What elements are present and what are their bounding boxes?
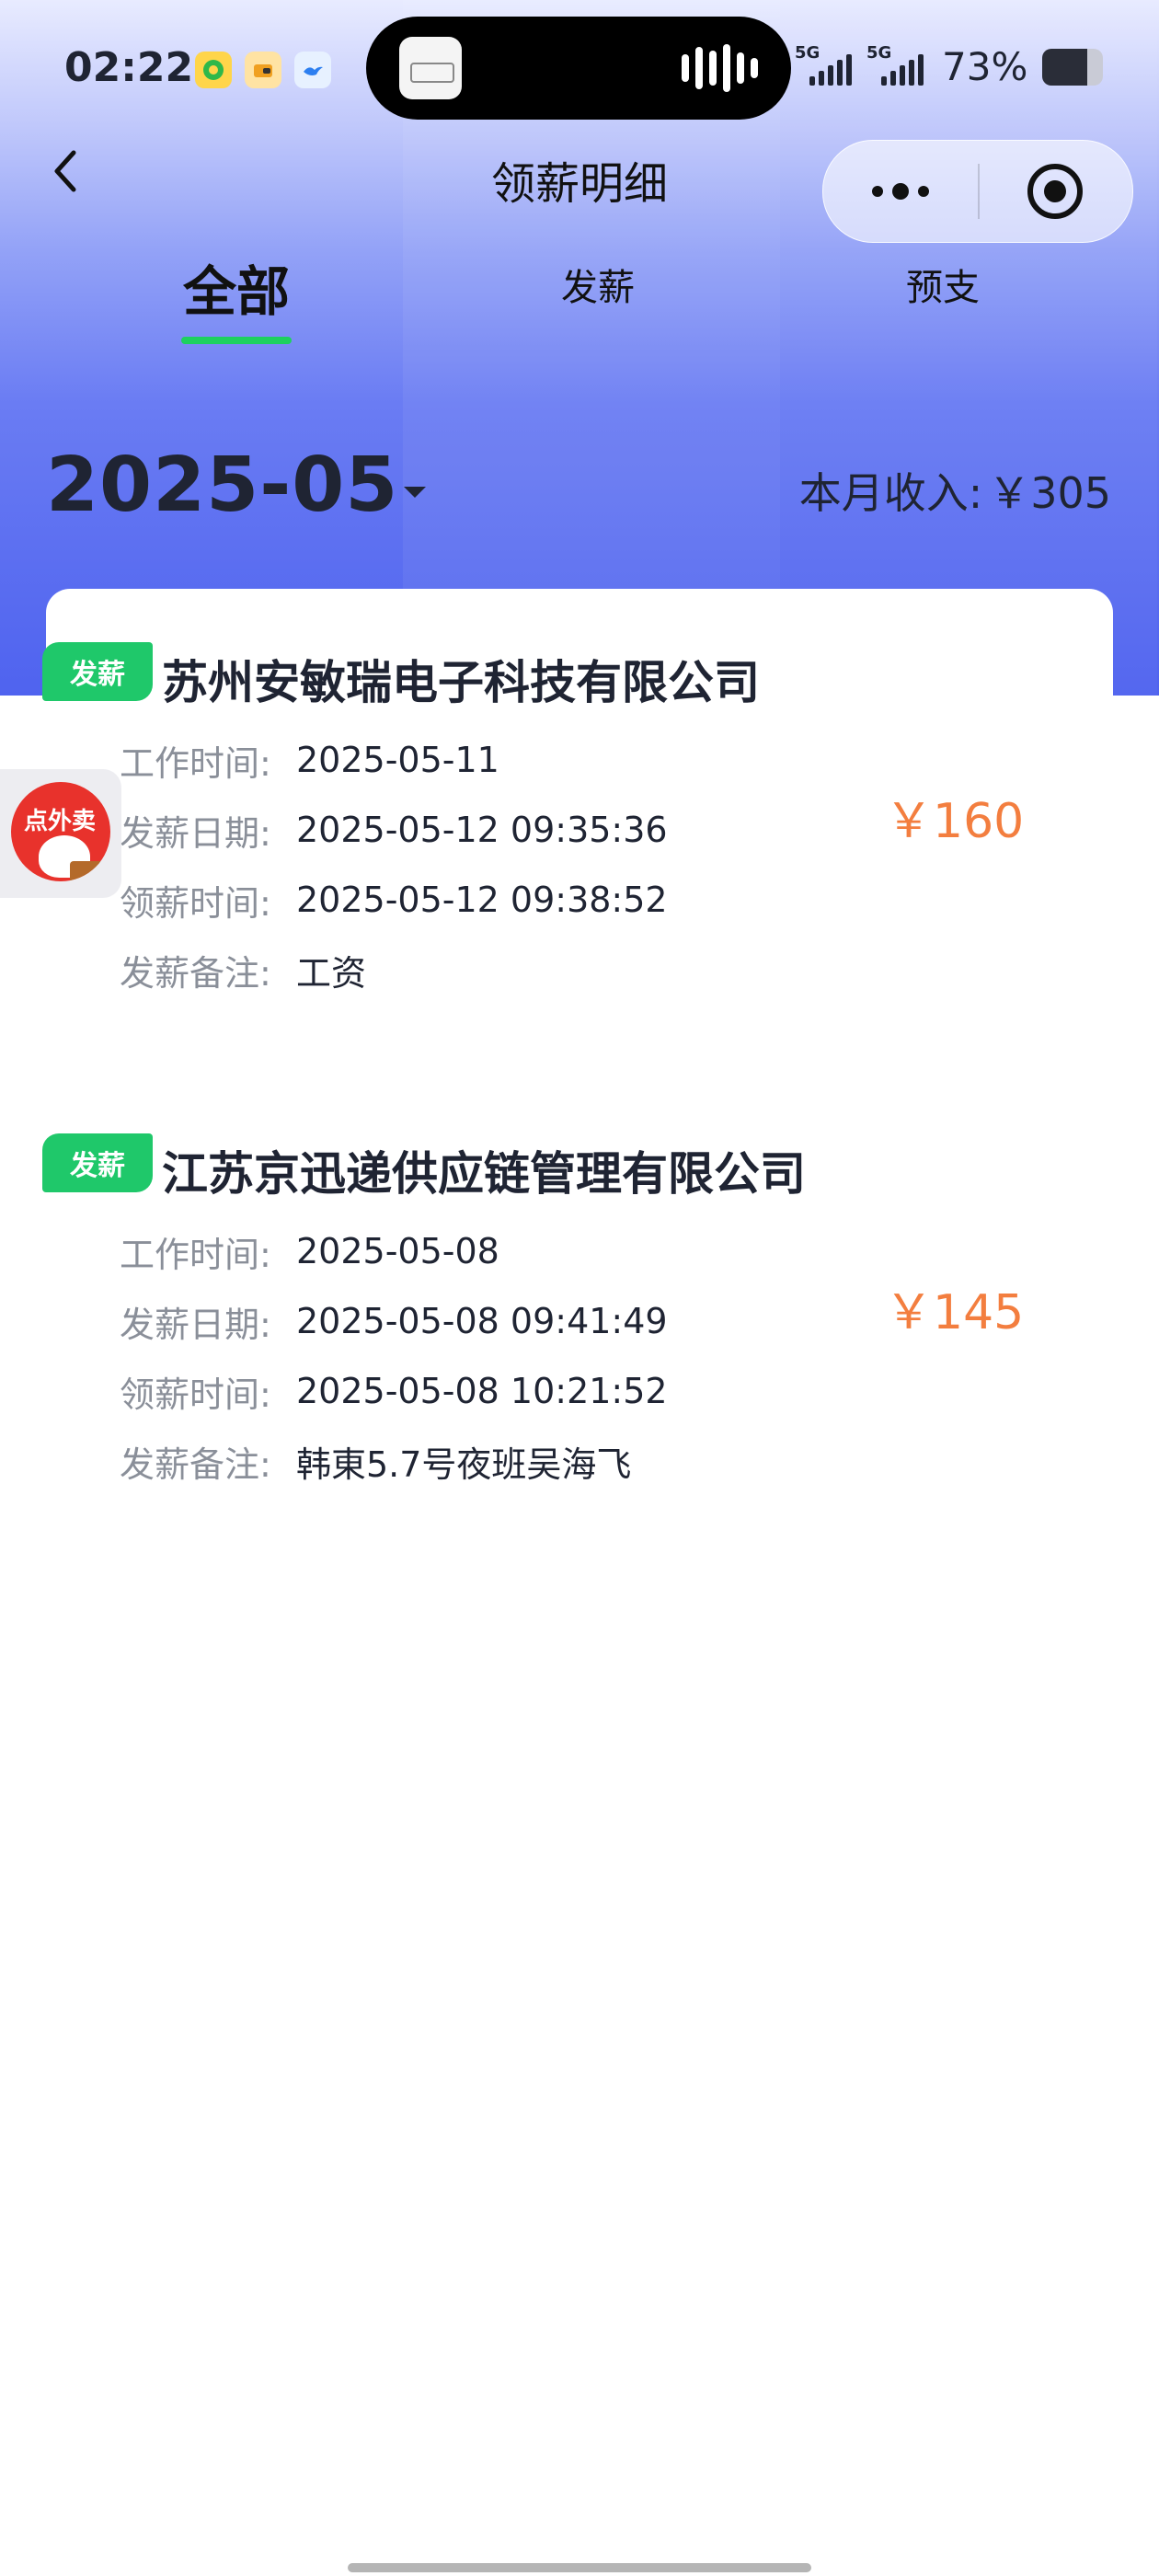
target-close-icon <box>1027 164 1083 219</box>
record-row: 发薪日期: 2025-05-08 09:41:49 <box>120 1286 668 1356</box>
float-ad-label: 点外卖 <box>24 808 97 835</box>
record-row-value: 2025-05-12 09:38:52 <box>296 880 668 920</box>
more-dots-icon <box>872 186 883 197</box>
record-row: 工作时间: 2025-05-11 <box>120 725 668 795</box>
caret-down-icon <box>404 486 427 498</box>
record-row: 领薪时间: 2025-05-08 10:21:52 <box>120 1356 668 1426</box>
earbuds-app-icon <box>399 37 462 99</box>
tab-payroll[interactable]: 发薪 <box>432 258 763 350</box>
battery-percent: 73% <box>942 44 1028 89</box>
close-button[interactable] <box>978 141 1132 242</box>
payroll-record[interactable]: 发薪 江苏京迅递供应链管理有限公司 工作时间: 2025-05-08 发薪日期:… <box>0 1133 1159 1538</box>
record-row-label: 发薪备注: <box>120 952 271 994</box>
record-row-label: 发薪日期: <box>120 812 271 854</box>
record-row-value: 2025-05-12 09:35:36 <box>296 810 668 850</box>
mascot-badge <box>70 861 107 881</box>
record-row: 发薪日期: 2025-05-12 09:35:36 <box>120 795 668 865</box>
status-time: 02:22 <box>64 44 194 91</box>
tab-all[interactable]: 全部 <box>71 248 402 340</box>
status-right: 5G 5G 73% <box>795 43 1104 89</box>
payroll-record[interactable]: 发薪 苏州安敏瑞电子科技有限公司 工作时间: 2025-05-11 发薪日期: … <box>0 642 1159 1047</box>
record-row-label: 工作时间: <box>120 1234 271 1275</box>
month-picker[interactable]: 2025-05 <box>46 442 427 529</box>
record-row-label: 领薪时间: <box>120 882 271 924</box>
more-dots-icon <box>918 186 929 197</box>
record-row-label: 领薪时间: <box>120 1374 271 1415</box>
record-row-label: 发薪日期: <box>120 1304 271 1345</box>
mini-program-capsule <box>822 140 1133 243</box>
record-company: 江苏京迅递供应链管理有限公司 <box>162 1147 806 1201</box>
battery-icon <box>1042 48 1104 86</box>
wallet-app-icon <box>245 52 281 88</box>
network-label: 5G <box>795 42 820 63</box>
audio-wave-icon <box>682 44 758 92</box>
record-row-value: 韩東5.7号夜班吴海飞 <box>296 1443 632 1485</box>
record-details: 工作时间: 2025-05-11 发薪日期: 2025-05-12 09:35:… <box>120 725 668 1005</box>
signal-icon: 5G <box>795 43 852 86</box>
record-row-label: 工作时间: <box>120 742 271 784</box>
record-amount: ￥160 <box>885 794 1025 849</box>
record-row-label: 发薪备注: <box>120 1443 271 1485</box>
month-income: 本月收入: ￥305 <box>799 460 1111 521</box>
record-amount: ￥145 <box>885 1285 1025 1340</box>
month-income-label: 本月收入: <box>798 468 983 518</box>
tab-advance[interactable]: 预支 <box>777 258 1108 350</box>
page-title: 领薪明细 <box>490 158 668 210</box>
record-row: 发薪备注: 工资 <box>120 935 668 1005</box>
record-row: 领薪时间: 2025-05-12 09:38:52 <box>120 865 668 935</box>
music-app-icon <box>195 52 232 88</box>
record-company: 苏州安敏瑞电子科技有限公司 <box>162 656 760 709</box>
record-row-value: 2025-05-08 09:41:49 <box>296 1301 668 1341</box>
record-row: 发薪备注: 韩東5.7号夜班吴海飞 <box>120 1426 668 1496</box>
status-app-icons <box>195 52 331 88</box>
month-label: 2025-05 <box>46 442 399 529</box>
record-row-value: 2025-05-11 <box>296 740 499 780</box>
status-bar: 02:22 5G 5G 73% <box>0 0 1159 147</box>
record-type-badge: 发薪 <box>42 642 153 701</box>
record-row-value: 2025-05-08 10:21:52 <box>296 1371 668 1411</box>
bird-app-icon <box>294 52 331 88</box>
record-details: 工作时间: 2025-05-08 发薪日期: 2025-05-08 09:41:… <box>120 1216 668 1496</box>
chevron-left-icon <box>54 150 76 192</box>
dynamic-island <box>366 17 791 120</box>
record-row: 工作时间: 2025-05-08 <box>120 1216 668 1286</box>
signal-icon: 5G <box>866 43 924 86</box>
battery-fill <box>1042 48 1087 86</box>
record-type-badge: 发薪 <box>42 1133 153 1192</box>
network-label: 5G <box>866 42 892 63</box>
more-button[interactable] <box>823 141 978 242</box>
record-row-value: 2025-05-08 <box>296 1231 499 1271</box>
takeaway-mascot-icon: 点外卖 <box>11 782 110 881</box>
home-indicator[interactable] <box>348 2563 811 2572</box>
record-row-value: 工资 <box>296 952 367 994</box>
floating-takeaway-ad[interactable]: 点外卖 <box>0 769 121 898</box>
tab-bar: 全部 发薪 预支 <box>0 258 1159 350</box>
month-income-value: ￥305 <box>988 468 1111 518</box>
more-dots-icon <box>892 183 909 200</box>
tab-active-indicator <box>181 337 292 344</box>
back-button[interactable] <box>44 138 88 204</box>
